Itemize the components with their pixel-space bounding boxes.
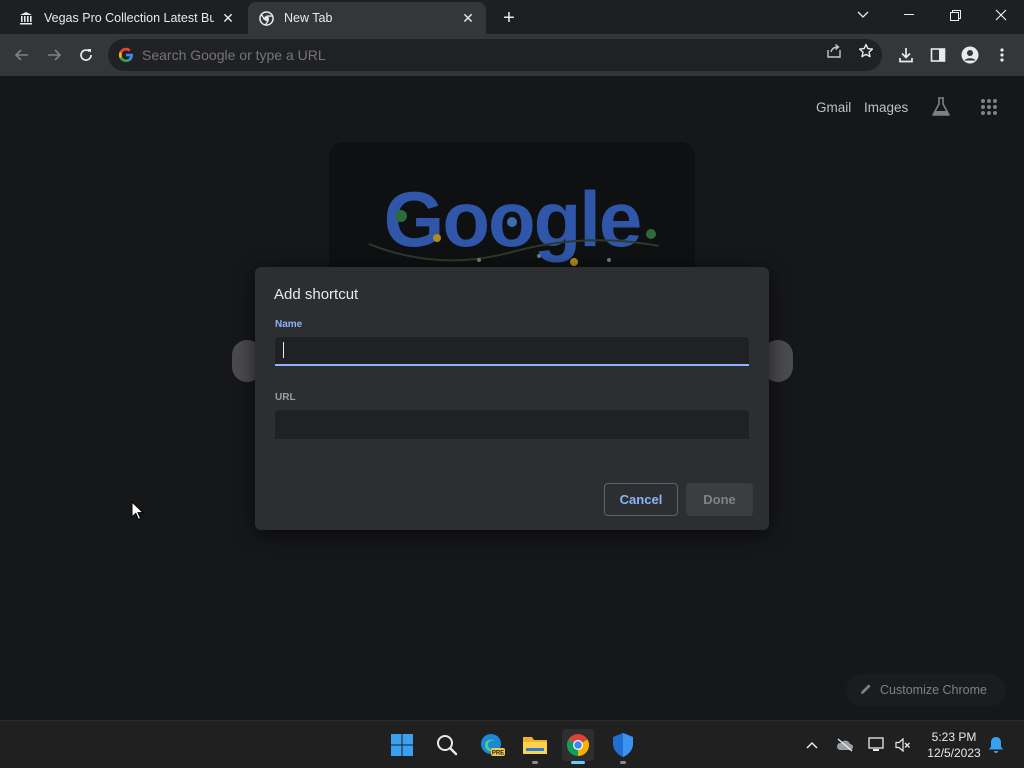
restore-button[interactable]: [932, 0, 978, 30]
text-caret: [283, 342, 284, 358]
gmail-link[interactable]: Gmail: [816, 100, 851, 115]
customize-chrome-button[interactable]: Customize Chrome: [846, 674, 1006, 706]
restore-icon: [949, 9, 961, 21]
pencil-icon: [860, 683, 872, 698]
bank-icon: [18, 10, 34, 26]
done-button[interactable]: Done: [686, 483, 753, 516]
tab-title: Vegas Pro Collection Latest Build: [44, 11, 214, 25]
images-link[interactable]: Images: [864, 100, 908, 115]
close-icon: [995, 9, 1007, 21]
downloads-button[interactable]: [894, 43, 918, 67]
profile-button[interactable]: [958, 43, 982, 67]
network-icon: [868, 737, 884, 751]
windows-logo-icon: [391, 734, 413, 756]
customize-chrome-label: Customize Chrome: [880, 683, 987, 697]
cancel-button[interactable]: Cancel: [604, 483, 678, 516]
reload-button[interactable]: [74, 43, 98, 67]
running-indicator: [620, 761, 626, 764]
bookmark-star-button[interactable]: [857, 42, 875, 60]
clock-time: 5:23 PM: [931, 730, 977, 744]
labs-button[interactable]: [930, 96, 954, 120]
name-field-label: Name: [275, 319, 303, 330]
tab-strip: Vegas Pro Collection Latest Build ✕ New …: [0, 0, 1024, 34]
toolbar: [0, 34, 1024, 76]
cloud-off-icon: [836, 738, 853, 752]
tab-new-tab[interactable]: New Tab ✕: [248, 2, 486, 34]
volume-muted-icon: [895, 737, 910, 753]
chrome-icon: [258, 10, 274, 26]
tab-vegas-pro[interactable]: Vegas Pro Collection Latest Build ✕: [8, 2, 246, 34]
side-panel-icon: [930, 48, 946, 62]
chevron-up-icon: [806, 741, 818, 749]
google-doodle[interactable]: Google: [329, 142, 695, 282]
star-icon: [858, 43, 874, 58]
reload-icon: [80, 49, 92, 61]
google-g-icon: [119, 47, 133, 62]
notifications-button[interactable]: [986, 733, 1006, 757]
apps-grid-icon: [981, 99, 997, 115]
share-icon: [827, 43, 841, 58]
tab-close-icon[interactable]: ✕: [220, 10, 236, 26]
edge-badge-text: PRE: [492, 751, 504, 757]
minimize-icon: [904, 14, 914, 15]
onedrive-tray-button[interactable]: [835, 733, 855, 757]
name-input[interactable]: [275, 337, 749, 366]
url-field-label: URL: [275, 392, 296, 403]
edge-icon: PRE: [481, 734, 505, 757]
profile-icon: [961, 46, 979, 64]
back-button[interactable]: [10, 43, 34, 67]
clock-date: 12/5/2023: [927, 746, 981, 760]
omnibox-input[interactable]: [142, 47, 882, 63]
active-indicator: [571, 761, 585, 764]
network-tray-button[interactable]: [866, 733, 886, 757]
taskbar-edge-preview[interactable]: PRE: [476, 729, 508, 761]
taskbar-search-button[interactable]: [431, 729, 463, 761]
close-window-button[interactable]: [978, 0, 1024, 30]
volume-tray-button[interactable]: [893, 733, 913, 757]
tab-close-icon[interactable]: ✕: [460, 10, 476, 26]
side-panel-button[interactable]: [926, 43, 950, 67]
arrow-right-icon: [48, 49, 62, 61]
new-tab-button[interactable]: +: [497, 6, 521, 30]
forward-button[interactable]: [42, 43, 66, 67]
folder-icon: [523, 737, 547, 754]
chrome-icon: [567, 734, 589, 756]
arrow-left-icon: [14, 49, 28, 61]
omnibox[interactable]: [108, 39, 882, 71]
google-apps-button[interactable]: [979, 97, 1001, 119]
dialog-title: Add shortcut: [274, 286, 359, 303]
bell-icon: [989, 737, 1003, 753]
url-input[interactable]: [275, 410, 749, 439]
shield-icon: [613, 733, 633, 757]
running-indicator: [532, 761, 538, 764]
taskbar-chrome[interactable]: [562, 729, 594, 764]
add-shortcut-dialog: Add shortcut Name URL Cancel Done: [255, 267, 769, 530]
taskbar-file-explorer[interactable]: [519, 729, 551, 764]
chevron-down-icon: [857, 11, 869, 18]
kebab-menu-icon: [1000, 48, 1004, 62]
tab-title: New Tab: [284, 11, 333, 25]
share-button[interactable]: [825, 42, 843, 60]
windows-taskbar: PRE 5:23 PM 12/5/2023: [0, 720, 1024, 768]
minimize-button[interactable]: [886, 0, 932, 30]
taskbar-clock[interactable]: 5:23 PM 12/5/2023: [918, 729, 990, 761]
mouse-cursor-icon: [131, 500, 145, 526]
taskbar-security[interactable]: [607, 729, 639, 764]
search-icon: [437, 735, 458, 756]
chrome-menu-button[interactable]: [990, 43, 1014, 67]
flask-icon: [932, 97, 950, 116]
start-button[interactable]: [386, 729, 418, 761]
download-icon: [899, 48, 913, 63]
show-hidden-icons-button[interactable]: [802, 733, 822, 757]
tab-search-button[interactable]: [840, 0, 886, 30]
